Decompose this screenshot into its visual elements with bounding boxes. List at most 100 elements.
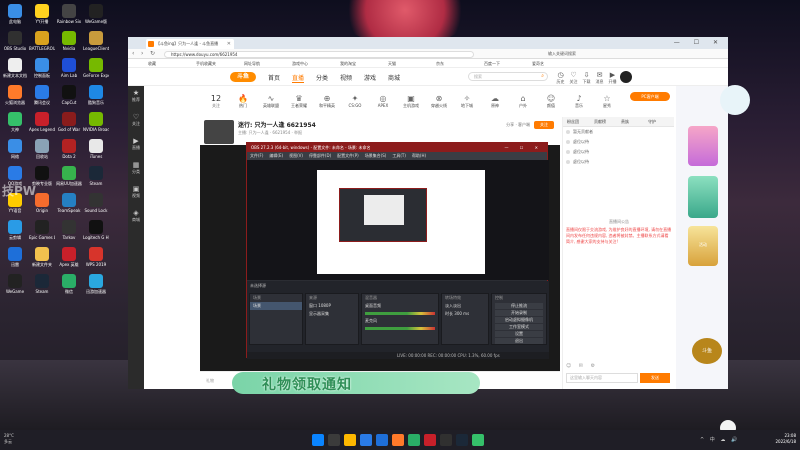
obs-preview[interactable]	[247, 160, 549, 280]
header-action[interactable]: ✉ 消息	[593, 71, 606, 85]
follow-button[interactable]: 关注	[534, 121, 554, 129]
taskbar-app-icon[interactable]	[360, 434, 372, 446]
chat-tools[interactable]: ☺ ✉ ⚙	[566, 363, 598, 369]
desktop-icon[interactable]: WeGame	[2, 274, 28, 294]
nav-link[interactable]: 游戏	[364, 73, 376, 82]
bookmark-item[interactable]: 游戏中心	[292, 61, 308, 67]
taskbar-app-icon[interactable]	[424, 434, 436, 446]
refresh-icon[interactable]: ↻	[150, 50, 155, 57]
sidebar-item[interactable]: ♡ 关注	[128, 110, 144, 134]
obs-window-controls[interactable]: — ☐ ✕	[505, 143, 543, 152]
bookmark-item[interactable]: 我的淘宝	[340, 61, 356, 67]
window-controls[interactable]: — ☐ ✕	[674, 39, 724, 46]
obs-menu-item[interactable]: 工具(T)	[392, 153, 406, 158]
desktop-icon[interactable]: 迅游加速器	[83, 274, 109, 294]
chat-tab[interactable]: 粉丝团	[567, 119, 579, 125]
bookmark-item[interactable]: 京东	[436, 61, 444, 67]
desktop-icon[interactable]: Rainbow Six	[56, 4, 82, 24]
bookmark-item[interactable]: 手机收藏夹	[196, 61, 216, 67]
obs-control-button[interactable]: 设置	[495, 331, 543, 337]
desktop-icon[interactable]: God of War	[56, 112, 82, 132]
category-item[interactable]: ⌂ 户外	[512, 94, 534, 109]
taskbar-app-icon[interactable]	[472, 434, 484, 446]
category-item[interactable]: ☺ 颜值	[540, 94, 562, 109]
bookmark-item[interactable]: 网址导航	[244, 61, 260, 67]
room-actions[interactable]: 分享 · 客户端	[506, 122, 530, 128]
header-action[interactable]: ♡ 关注	[567, 71, 580, 85]
pc-client-button[interactable]: PC客户端	[630, 92, 670, 101]
category-item[interactable]: ∿ 英雄联盟	[260, 94, 282, 109]
browser-tab[interactable]: 【斗鱼ing】只为一人逢 - 斗鱼直播 ✕	[146, 39, 234, 49]
category-item[interactable]: ✦ CS:GO	[344, 94, 366, 108]
desktop-icon[interactable]: Logitech G HUB	[83, 220, 109, 240]
desktop-icon[interactable]: 控制面板	[29, 58, 55, 78]
transition-select[interactable]: 淡入淡出	[442, 302, 488, 310]
desktop-icon[interactable]: OBS Studio	[2, 31, 28, 51]
douyu-badge[interactable]: 斗鱼	[692, 338, 722, 364]
url-input[interactable]: https://www.douyu.com/6621954	[164, 51, 474, 58]
desktop-icon[interactable]: TeamSpeak	[56, 193, 82, 213]
taskbar-app-icon[interactable]	[408, 434, 420, 446]
desktop-icon[interactable]: Nvidia	[56, 31, 82, 51]
audio-meter[interactable]	[365, 327, 435, 330]
desktop-icon[interactable]: 网易UU加速器	[56, 166, 82, 186]
category-item[interactable]: ⊕ 和平精英	[316, 94, 338, 109]
tab-close-icon[interactable]: ✕	[227, 39, 231, 49]
taskbar-app-icon[interactable]	[376, 434, 388, 446]
desktop-icon[interactable]: Aim Lab	[56, 58, 82, 78]
scene-item[interactable]: 场景	[250, 302, 302, 310]
helper-mascot-icon[interactable]	[720, 85, 750, 115]
desktop-icon[interactable]: 新建文件夹	[29, 247, 55, 267]
desktop-icon[interactable]: 大神	[2, 112, 28, 132]
desktop-icon[interactable]: 云剪辑	[2, 220, 28, 240]
ad-card[interactable]	[688, 126, 718, 166]
nav-link[interactable]: 首页	[268, 73, 280, 82]
nav-link[interactable]: 直播	[292, 73, 305, 83]
forward-icon[interactable]: ›	[141, 50, 143, 57]
desktop-icon[interactable]: Steam	[29, 274, 55, 294]
header-action[interactable]: ▶ 开播	[606, 71, 619, 85]
category-item[interactable]: ♛ 王者荣耀	[288, 94, 310, 109]
obs-control-button[interactable]: 退出	[495, 338, 543, 344]
category-item[interactable]: ◎ APEX	[372, 94, 394, 108]
desktop-icon[interactable]: CapCut	[56, 85, 82, 105]
category-item[interactable]: ▣ 主机游戏	[400, 94, 422, 109]
nav-link[interactable]: 商城	[388, 73, 400, 82]
obs-control-button[interactable]: 停止推流	[495, 303, 543, 309]
browser-search-input[interactable]: 输入关键词搜索	[548, 51, 576, 57]
desktop-icon[interactable]: 微信	[56, 274, 82, 294]
chat-tab[interactable]: 贡献榜	[594, 119, 606, 125]
desktop-icon[interactable]: LeagueClient	[83, 31, 109, 51]
category-item[interactable]: ✧ 地下城	[456, 94, 478, 109]
desktop-icon[interactable]: 网络	[2, 139, 28, 159]
obs-control-button[interactable]: 启动虚拟摄像机	[495, 317, 543, 323]
ad-card[interactable]: 活动	[688, 226, 718, 266]
bookmark-item[interactable]: 百度一下	[484, 61, 500, 67]
search-icon[interactable]: ⌕	[541, 73, 544, 80]
weather-widget[interactable]: 28°C 多云	[4, 433, 14, 445]
obs-menu-item[interactable]: 停靠部件(D)	[309, 153, 331, 158]
system-tray[interactable]: ^ 中 ☁ 🔊	[700, 436, 739, 443]
desktop-icon[interactable]: NVIDIA Broadcast	[83, 112, 109, 132]
send-button[interactable]: 发送	[640, 373, 670, 383]
bookmark-item[interactable]: 天猫	[388, 61, 396, 67]
taskbar-app-icon[interactable]	[456, 434, 468, 446]
ad-card[interactable]	[688, 176, 718, 218]
category-item[interactable]: 🔥 热门	[232, 94, 254, 109]
obs-menu-item[interactable]: 帮助(H)	[412, 153, 426, 158]
back-icon[interactable]: ‹	[132, 50, 134, 57]
desktop-icon[interactable]: YY开播	[29, 4, 55, 24]
desktop-icon[interactable]: Dota 2	[56, 139, 82, 159]
bookmark-item[interactable]: 收藏	[148, 61, 156, 67]
chat-tab[interactable]: 守护	[648, 119, 656, 125]
streamer-avatar[interactable]	[204, 120, 234, 144]
start-icon[interactable]	[312, 434, 324, 446]
chat-tab[interactable]: 贵族	[621, 119, 629, 125]
follow-count[interactable]: 12 关注	[206, 94, 226, 109]
sidebar-item[interactable]: ★ 推荐	[128, 86, 144, 110]
obs-control-button[interactable]: 工作室模式	[495, 324, 543, 330]
douyu-logo[interactable]: 斗鱼	[230, 72, 256, 82]
desktop-icon[interactable]: Tarkov	[56, 220, 82, 240]
desktop-icon[interactable]: WeGame版	[83, 4, 109, 24]
obs-control-button[interactable]: 开始录制	[495, 310, 543, 316]
